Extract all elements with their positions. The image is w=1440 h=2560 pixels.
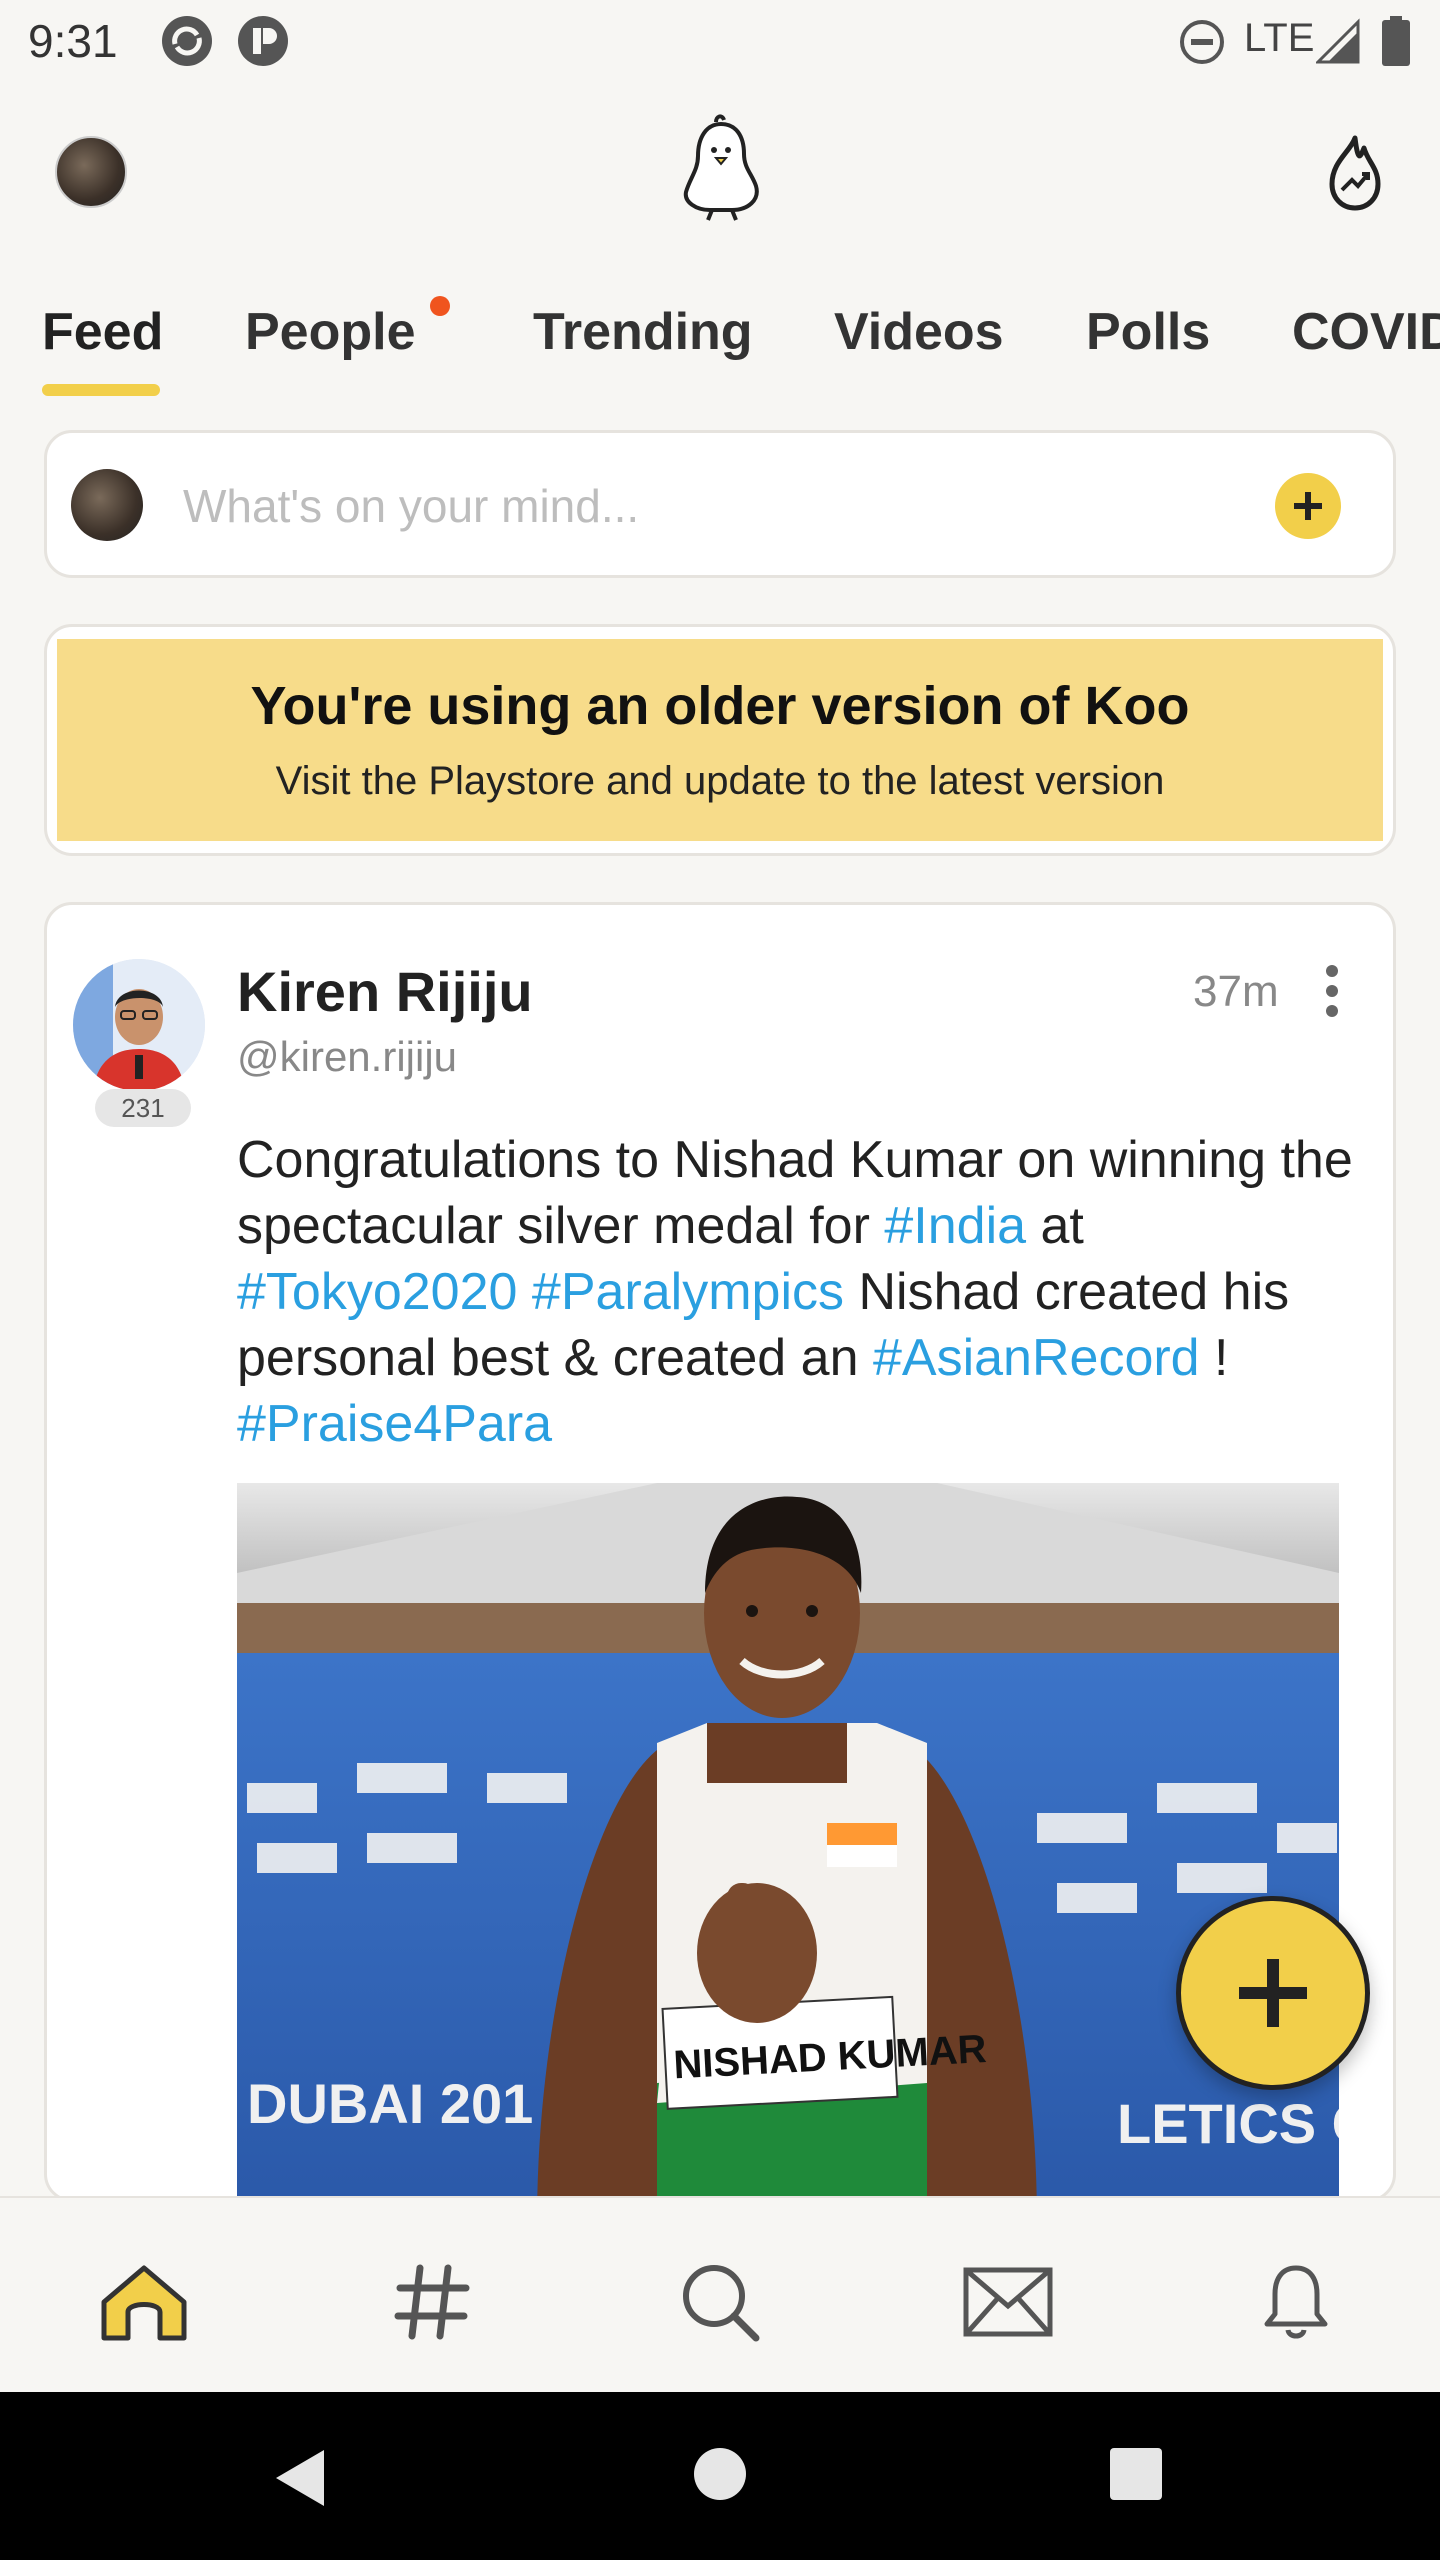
author-handle[interactable]: @kiren.rijiju xyxy=(237,1033,457,1081)
nav-search[interactable] xyxy=(672,2260,768,2344)
flame-trend-icon[interactable] xyxy=(1320,132,1390,212)
nav-notifications[interactable] xyxy=(1248,2260,1344,2344)
tab-feed[interactable]: Feed xyxy=(42,302,163,362)
post-text-part xyxy=(517,1263,531,1321)
post-timestamp: 37m xyxy=(1193,967,1279,1016)
app-header xyxy=(0,84,1440,264)
profile-avatar[interactable] xyxy=(55,136,127,208)
backdrop-text-left: DUBAI 201 xyxy=(247,2072,533,2135)
battery-icon xyxy=(1382,16,1410,66)
plus-icon xyxy=(1294,492,1322,520)
post-composer[interactable]: What's on your mind... xyxy=(44,430,1396,578)
active-tab-indicator xyxy=(42,384,160,396)
post-text-part: ! xyxy=(1199,1329,1229,1387)
bottom-navigation xyxy=(0,2196,1440,2392)
do-not-disturb-icon xyxy=(1180,20,1224,64)
nav-hashtags[interactable] xyxy=(384,2260,480,2344)
tab-covid[interactable]: COVID xyxy=(1292,302,1440,362)
update-banner[interactable]: You're using an older version of Koo Vis… xyxy=(57,639,1383,841)
composer-input[interactable]: What's on your mind... xyxy=(183,479,639,533)
signal-icon xyxy=(1316,18,1360,64)
nav-messages[interactable] xyxy=(960,2260,1056,2344)
post-image[interactable]: DUBAI 201 LETICS CH NISHAD KUMAR xyxy=(237,1483,1339,2199)
create-koo-fab[interactable] xyxy=(1176,1896,1370,2090)
hashtag-link[interactable]: #Praise4Para xyxy=(237,1395,552,1453)
author-avatar[interactable] xyxy=(73,959,205,1091)
add-post-button[interactable] xyxy=(1275,473,1341,539)
hashtag-link[interactable]: #Tokyo2020 xyxy=(237,1263,517,1321)
update-banner-card[interactable]: You're using an older version of Koo Vis… xyxy=(44,624,1396,856)
post-text-part: at xyxy=(1026,1197,1084,1255)
system-navigation-bar xyxy=(0,2392,1440,2560)
status-time: 9:31 xyxy=(28,15,118,67)
app-notification-icon xyxy=(238,16,288,66)
author-photo xyxy=(73,959,205,1091)
backdrop-text-right: LETICS CH xyxy=(1117,2092,1339,2155)
hashtag-link[interactable]: #India xyxy=(884,1197,1026,1255)
more-options-icon[interactable] xyxy=(1317,963,1347,1019)
post-text-part: Congratulations to Nishad Kumar on winni… xyxy=(237,1131,1353,1255)
follower-badge: 231 xyxy=(95,1089,191,1127)
hashtag-icon xyxy=(394,2264,470,2340)
tab-people[interactable]: People xyxy=(245,302,416,362)
hashtag-link[interactable]: #AsianRecord xyxy=(873,1329,1200,1387)
composer-avatar xyxy=(71,469,143,541)
athlete-photo: DUBAI 201 LETICS CH NISHAD KUMAR xyxy=(237,1483,1339,2199)
status-bar: 9:31 LTE xyxy=(0,0,1440,84)
mail-icon xyxy=(963,2267,1053,2337)
nav-home[interactable] xyxy=(96,2260,192,2344)
banner-subtitle: Visit the Playstore and update to the la… xyxy=(275,759,1165,803)
banner-title: You're using an older version of Koo xyxy=(250,676,1190,736)
recent-apps-icon[interactable] xyxy=(1108,2446,1164,2502)
author-name[interactable]: Kiren Rijiju xyxy=(237,959,533,1024)
home-circle-icon[interactable] xyxy=(692,2446,748,2502)
bell-icon xyxy=(1264,2265,1328,2339)
home-icon xyxy=(101,2265,187,2341)
koo-bird-icon[interactable] xyxy=(676,114,766,224)
back-icon[interactable] xyxy=(270,2446,330,2510)
tab-trending[interactable]: Trending xyxy=(533,302,753,362)
network-label: LTE xyxy=(1244,16,1315,60)
tab-polls[interactable]: Polls xyxy=(1086,302,1210,362)
feed-tabs: Feed People Trending Videos Polls COVID xyxy=(0,292,1440,402)
hashtag-link[interactable]: #Paralympics xyxy=(532,1263,844,1321)
search-icon xyxy=(683,2265,760,2342)
post-body: Congratulations to Nishad Kumar on winni… xyxy=(237,1127,1357,1457)
sync-app-icon xyxy=(162,16,212,66)
tab-videos[interactable]: Videos xyxy=(834,302,1004,362)
notification-dot xyxy=(430,296,450,316)
plus-icon xyxy=(1239,1959,1307,2027)
